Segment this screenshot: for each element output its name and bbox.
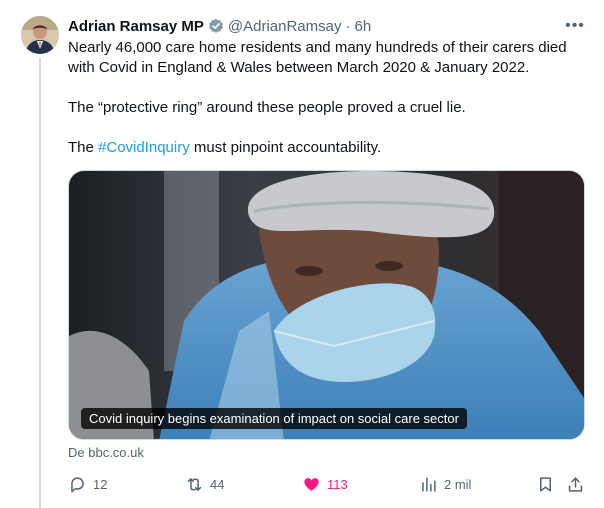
share-icon [568, 476, 583, 492]
view-count: 2 mil [444, 476, 472, 492]
link-card-image[interactable]: Covid inquiry begins examination of impa… [68, 170, 585, 440]
repost-button[interactable]: 44 [185, 472, 224, 496]
tweet-text-line-1: Nearly 46,000 care home residents and ma… [68, 39, 567, 56]
reply-button[interactable]: 12 [68, 472, 107, 496]
author-handle[interactable]: @AdrianRamsay [228, 18, 342, 35]
care-worker-photo [69, 171, 584, 439]
tweet[interactable]: Adrian Ramsay MP @AdrianRamsay · 6h ••• … [0, 0, 604, 508]
views-button[interactable]: 2 mil [419, 472, 471, 496]
tweet-text-paragraph-3: The #CovidInquiry must pinpoint accounta… [68, 138, 381, 158]
reply-count: 12 [93, 476, 108, 492]
views-chart-icon [422, 476, 436, 492]
text-after-hashtag: must pinpoint accountability. [189, 139, 382, 156]
heart-icon [304, 477, 319, 491]
repost-count: 44 [210, 476, 225, 492]
tweet-text-line-2: with Covid in England & Wales between Ma… [68, 59, 530, 76]
timestamp[interactable]: 6h [355, 18, 372, 35]
bookmark-button[interactable] [536, 472, 555, 496]
tweet-header: Adrian Ramsay MP @AdrianRamsay · 6h [68, 16, 371, 36]
separator-dot: · [345, 17, 351, 35]
share-button[interactable] [566, 472, 585, 496]
repost-icon [187, 477, 202, 491]
hashtag-link[interactable]: #CovidInquiry [98, 139, 190, 156]
reply-icon [71, 476, 84, 492]
more-options-icon[interactable]: ••• [564, 16, 586, 36]
author-name[interactable]: Adrian Ramsay MP [68, 18, 204, 35]
text-before-hashtag: The [68, 139, 99, 156]
verified-badge-icon [208, 18, 224, 34]
tweet-text-paragraph-2: The “protective ring” around these peopl… [68, 99, 466, 116]
like-button[interactable]: 113 [302, 472, 348, 496]
action-bar: 12 44 113 2 mil [68, 472, 588, 496]
bookmark-icon [539, 476, 552, 492]
link-source[interactable]: De bbc.co.uk [68, 445, 144, 460]
image-caption: Covid inquiry begins examination of impa… [81, 408, 467, 429]
thread-line [39, 58, 41, 508]
like-count: 113 [327, 476, 348, 492]
avatar[interactable] [21, 16, 59, 54]
